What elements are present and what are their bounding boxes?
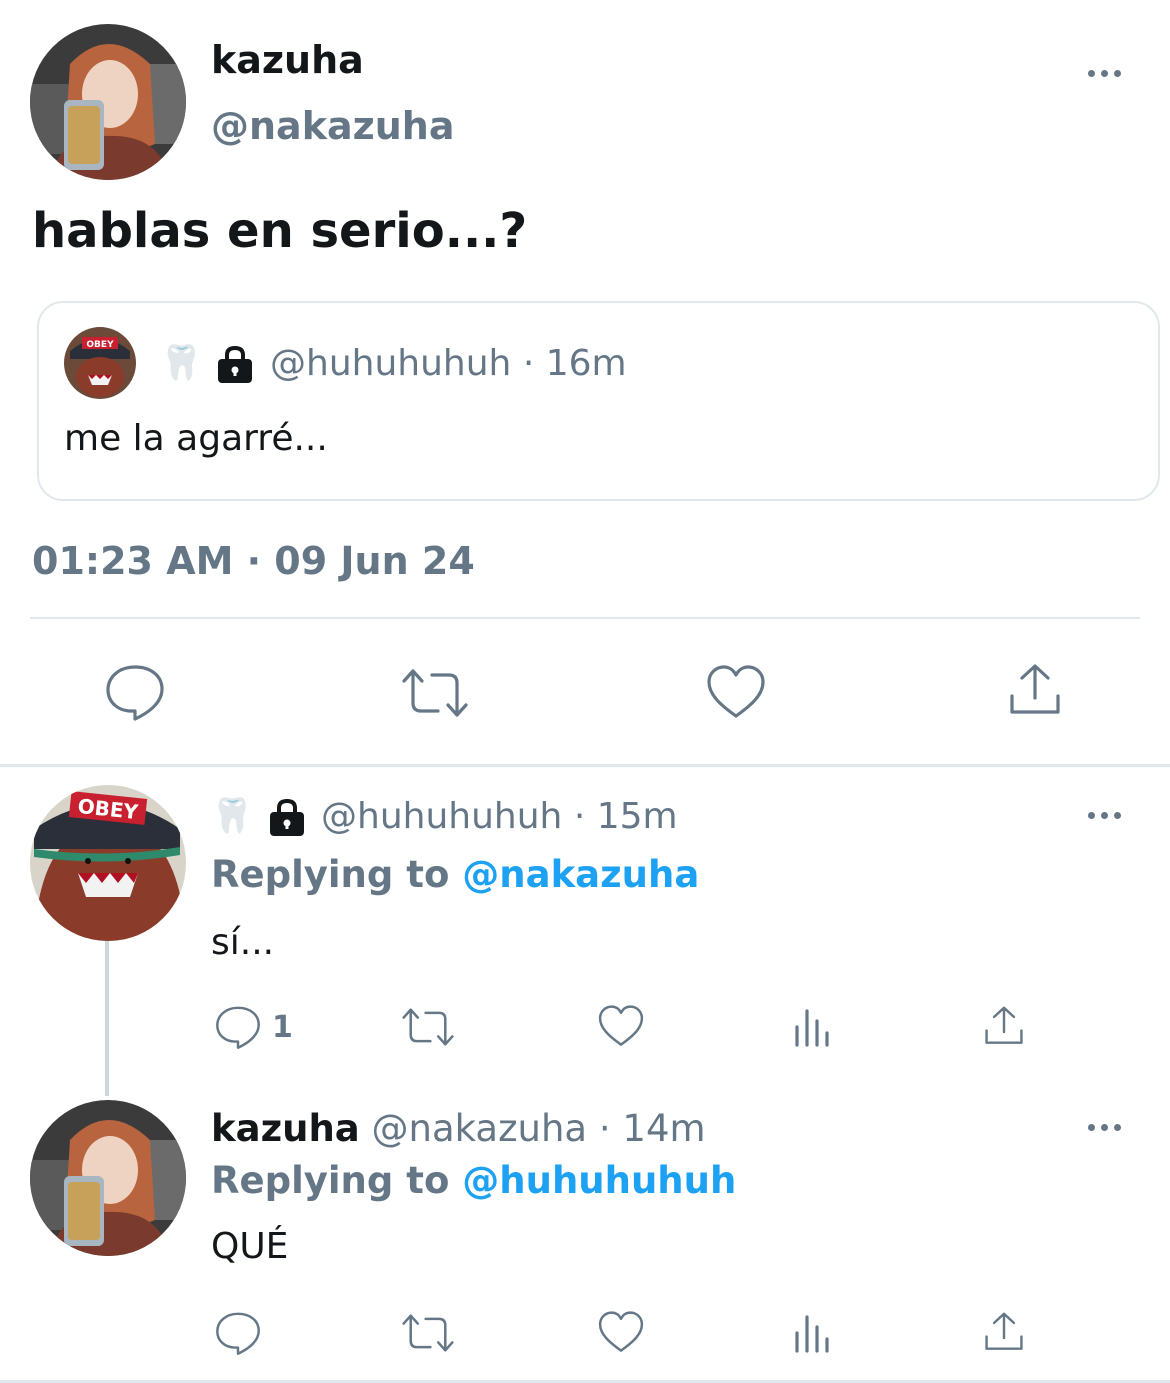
more-icon[interactable] xyxy=(1088,1124,1121,1131)
quoted-time: 16m xyxy=(545,343,627,384)
quoted-handle[interactable]: @huhuhuhuh xyxy=(270,343,511,384)
section-separator xyxy=(0,764,1170,767)
separator: · xyxy=(598,1107,611,1150)
retweet-icon[interactable] xyxy=(400,1005,456,1049)
tooth-emoji: 🦷 xyxy=(160,343,203,383)
reply-icon[interactable] xyxy=(104,662,166,722)
replying-label: Replying to xyxy=(211,853,450,896)
author-avatar[interactable] xyxy=(30,24,186,180)
share-icon[interactable] xyxy=(982,1310,1026,1354)
more-icon[interactable] xyxy=(1088,812,1121,819)
reply-header: kazuha @nakazuha · 14m xyxy=(211,1107,706,1150)
share-icon[interactable] xyxy=(982,1004,1026,1048)
tweet-timestamp[interactable]: 01:23 AM · 09 Jun 24 xyxy=(32,539,475,583)
like-icon[interactable] xyxy=(597,1004,645,1048)
replying-to-handle[interactable]: @nakazuha xyxy=(462,853,699,896)
reply-author-name[interactable]: kazuha xyxy=(211,1107,360,1150)
reply-handle[interactable]: @nakazuha xyxy=(372,1107,588,1150)
retweet-icon[interactable] xyxy=(400,1311,456,1355)
replying-to-handle[interactable]: @huhuhuhuh xyxy=(462,1159,736,1202)
quoted-meta: @huhuhuhuh · 16m xyxy=(270,343,627,384)
reply-meta: @huhuhuhuh · 15m xyxy=(321,796,678,837)
replying-label: Replying to xyxy=(211,1159,450,1202)
reply-handle[interactable]: @huhuhuhuh xyxy=(321,796,562,837)
views-icon[interactable] xyxy=(793,1311,833,1353)
replying-to-line: Replying to @nakazuha xyxy=(211,853,699,896)
quoted-text: me la agarré... xyxy=(64,418,328,459)
author-handle[interactable]: @nakazuha xyxy=(211,104,454,148)
share-icon[interactable] xyxy=(1006,662,1064,718)
separator: · xyxy=(522,343,535,384)
thread-line xyxy=(105,940,109,1096)
retweet-icon[interactable] xyxy=(400,665,470,721)
more-icon[interactable] xyxy=(1088,70,1121,77)
lock-icon xyxy=(216,344,254,388)
reply-text: sí... xyxy=(211,922,275,963)
separator: · xyxy=(573,796,586,837)
views-icon[interactable] xyxy=(793,1005,833,1047)
quoted-tweet-card[interactable] xyxy=(37,301,1160,501)
svg-text:OBEY: OBEY xyxy=(86,340,114,350)
replying-to-line: Replying to @huhuhuhuh xyxy=(211,1159,736,1202)
tooth-emoji: 🦷 xyxy=(211,796,254,836)
reply-count: 1 xyxy=(272,1010,293,1045)
like-icon[interactable] xyxy=(705,664,767,720)
tweet-text: hablas en serio...? xyxy=(32,203,528,259)
reply-avatar[interactable] xyxy=(30,1100,186,1256)
reply-avatar[interactable]: OBEY xyxy=(30,785,186,941)
like-icon[interactable] xyxy=(597,1310,645,1354)
divider xyxy=(30,617,1140,619)
reply-time: 15m xyxy=(596,796,678,837)
author-name[interactable]: kazuha xyxy=(211,38,364,82)
quoted-avatar: OBEY xyxy=(64,327,136,399)
reply-icon[interactable] xyxy=(214,1004,262,1050)
reply-text: QUÉ xyxy=(211,1226,289,1267)
lock-icon xyxy=(268,797,306,841)
reply-time: 14m xyxy=(622,1107,706,1150)
reply-icon[interactable] xyxy=(214,1310,262,1356)
